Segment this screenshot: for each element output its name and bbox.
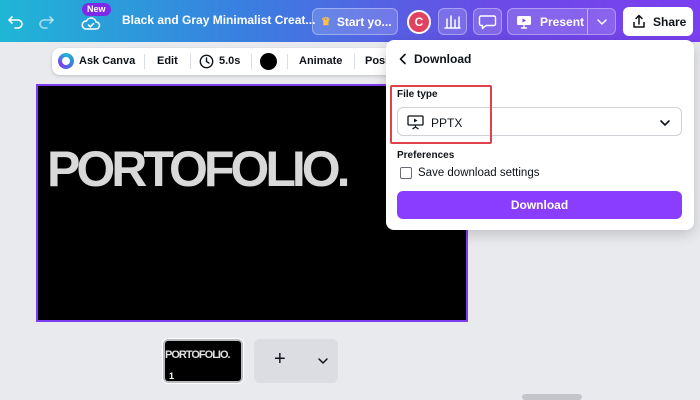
present-divider (587, 9, 588, 34)
present-icon (517, 15, 531, 29)
slide-title-text[interactable]: PORTOFOLIO. (47, 140, 351, 198)
download-button[interactable]: Download (397, 191, 682, 219)
animate-button[interactable]: Animate (299, 55, 342, 67)
panel-title: Download (414, 52, 472, 66)
present-button[interactable]: Present (507, 8, 616, 35)
toolbar-divider (354, 54, 355, 69)
plus-icon: + (274, 348, 286, 370)
toolbar-divider (287, 54, 288, 69)
save-settings-checkbox[interactable] (400, 167, 412, 179)
clock-icon[interactable] (199, 54, 214, 69)
back-chevron-icon[interactable] (396, 52, 410, 66)
preferences-label: Preferences (397, 150, 455, 161)
ask-canva-button[interactable]: Ask Canva (79, 55, 135, 67)
share-button[interactable]: Share (623, 7, 693, 36)
chevron-down-icon[interactable] (317, 356, 329, 366)
comment-icon (478, 15, 497, 30)
redo-icon[interactable] (36, 11, 56, 31)
save-settings-label[interactable]: Save download settings (418, 167, 539, 179)
share-label: Share (653, 14, 687, 29)
comment-button[interactable] (473, 8, 502, 35)
share-upload-icon (633, 14, 645, 28)
add-page-button[interactable]: + (254, 339, 338, 383)
duration-button[interactable]: 5.0s (219, 55, 240, 67)
undo-icon[interactable] (6, 11, 26, 31)
document-title[interactable]: Black and Gray Minimalist Creat... (122, 13, 315, 27)
crown-icon: ♛ (321, 16, 331, 28)
file-type-highlight-box (390, 85, 492, 144)
edit-button[interactable]: Edit (157, 55, 178, 67)
position-button[interactable]: Posi (365, 55, 388, 67)
page-number: 1 (169, 371, 175, 381)
ask-canva-icon (58, 53, 74, 69)
thumbnail-title: PORTOFOLIO. (165, 349, 231, 361)
background-color-swatch[interactable] (260, 53, 277, 70)
start-trial-label: Start yo... (336, 14, 392, 29)
element-toolbar: Ask Canva Edit 5.0s Animate Posi (52, 48, 397, 75)
chevron-down-icon (660, 120, 670, 127)
top-bar: New Black and Gray Minimalist Creat... ♛… (0, 0, 700, 42)
start-trial-button[interactable]: ♛ Start yo... (312, 8, 398, 35)
page-thumbnail[interactable]: PORTOFOLIO. 1 (162, 338, 244, 384)
chevron-down-icon[interactable] (596, 17, 608, 27)
bar-chart-icon (444, 15, 461, 29)
avatar[interactable]: C (407, 10, 431, 34)
insights-button[interactable] (438, 8, 467, 35)
toolbar-divider (190, 54, 191, 69)
present-label: Present (540, 14, 585, 29)
toolbar-divider (144, 54, 145, 69)
cloud-check-icon[interactable] (81, 14, 101, 34)
scrollbar[interactable] (522, 394, 582, 400)
toolbar-divider (251, 54, 252, 69)
